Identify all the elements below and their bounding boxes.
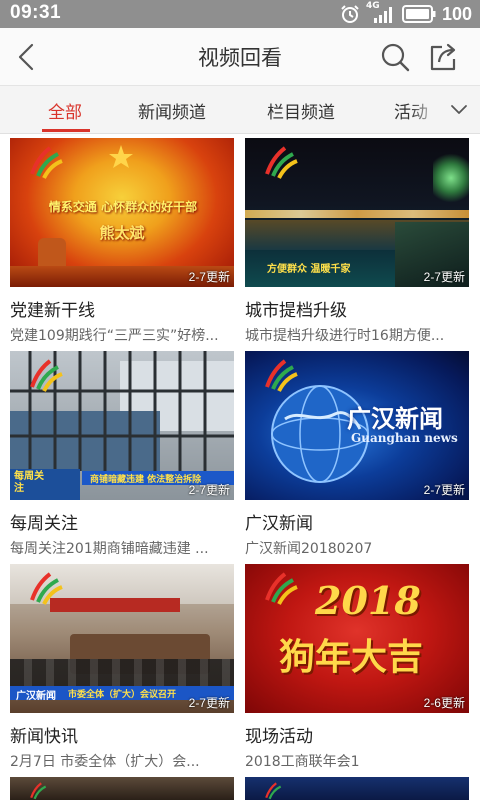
update-badge: 2-7更新	[423, 270, 465, 284]
program-label: 每周关注	[14, 471, 44, 494]
title-bar: 视频回看	[0, 28, 480, 86]
channel-logo-icon	[265, 359, 298, 392]
thumb-caption-en: Guanghan news	[351, 431, 458, 445]
thumb-caption: 狗年大吉	[279, 636, 424, 678]
channel-logo-icon	[30, 572, 63, 605]
tab-program-channel[interactable]: 栏目频道	[267, 98, 335, 123]
thumb-caption: 广汉新闻	[347, 404, 443, 433]
share-button[interactable]	[426, 40, 460, 74]
video-thumbnail-partial[interactable]	[10, 777, 234, 800]
battery-icon	[401, 5, 436, 23]
category-tabs: 全部 新闻频道 栏目频道 活动	[0, 86, 480, 134]
channel-logo-icon	[30, 359, 63, 392]
update-badge: 2-6更新	[423, 696, 465, 710]
video-title[interactable]: 每周关注	[10, 509, 234, 534]
channel-logo-icon	[265, 146, 298, 179]
search-icon	[381, 43, 410, 72]
active-tab-indicator	[42, 129, 90, 132]
signal-icon: 4G	[366, 1, 396, 24]
update-badge: 2-7更新	[188, 696, 230, 710]
video-description: 广汉新闻20180207	[245, 541, 373, 557]
thumb-caption-year: 2018	[315, 578, 421, 623]
video-thumbnail[interactable]: 2018 狗年大吉 2-6更新	[245, 564, 469, 713]
status-icons: 4G 100	[340, 1, 472, 25]
thumb-caption: 市委全体（扩大）会议召开	[68, 690, 177, 700]
tab-news-channel[interactable]: 新闻频道	[138, 98, 206, 123]
update-badge: 2-7更新	[188, 483, 230, 497]
share-icon	[430, 43, 456, 71]
thumb-caption: 方便群众 温暖千家	[267, 264, 351, 275]
video-title[interactable]: 广汉新闻	[245, 509, 469, 534]
thumb-caption: 情系交通 心怀群众的好干部	[48, 200, 198, 214]
video-title[interactable]: 党建新干线	[10, 296, 234, 321]
update-badge: 2-7更新	[423, 483, 465, 497]
city-lights	[245, 210, 469, 218]
search-button[interactable]	[378, 40, 412, 74]
channel-logo-icon	[30, 782, 47, 800]
thumb-caption: 商铺暗藏违建 依法整治拆除	[90, 475, 202, 485]
video-thumbnail-partial[interactable]	[245, 777, 469, 800]
video-thumbnail[interactable]: 每周关注 商铺暗藏违建 依法整治拆除 2-7更新	[10, 351, 234, 500]
video-thumbnail[interactable]: 广汉新闻 市委全体（扩大）会议召开 2-7更新	[10, 564, 234, 713]
update-badge: 2-7更新	[188, 270, 230, 284]
battery-percent: 100	[441, 3, 472, 24]
tab-all[interactable]: 全部	[48, 98, 82, 123]
channel-logo-icon	[265, 572, 298, 605]
chevron-down-icon	[451, 105, 467, 114]
status-bar: 09:31 4G 100	[0, 0, 480, 28]
attendees	[10, 659, 234, 689]
video-title[interactable]: 现场活动	[245, 722, 469, 747]
channel-logo-icon	[265, 782, 282, 800]
alarm-icon	[341, 5, 359, 23]
video-description: 每周关注201期商铺暗藏违建 ...	[10, 541, 209, 557]
star-emblem-icon	[109, 145, 133, 168]
video-description: 2月7日 市委全体（扩大）会...	[10, 754, 200, 770]
video-description: 2018工商联年会1	[245, 754, 360, 770]
video-thumbnail[interactable]: 方便群众 温暖千家 2-7更新	[245, 138, 469, 287]
video-title[interactable]: 城市提档升级	[245, 296, 469, 321]
video-description: 党建109期践行“三严三实”好榜...	[10, 328, 219, 344]
channel-logo-icon	[30, 146, 63, 179]
program-label: 广汉新闻	[16, 691, 56, 702]
video-thumbnail[interactable]: 情系交通 心怀群众的好干部 熊太斌 2-7更新	[10, 138, 234, 287]
video-title[interactable]: 新闻快讯	[10, 722, 234, 747]
status-time: 09:31	[10, 2, 62, 23]
tab-fade	[410, 86, 440, 133]
tree-lights	[433, 148, 469, 208]
video-description: 城市提档升级进行时16期方便...	[245, 328, 445, 344]
conference-banner	[50, 598, 180, 612]
video-thumbnail[interactable]: 广汉新闻 Guanghan news 2-7更新	[245, 351, 469, 500]
tab-expand-button[interactable]	[440, 86, 480, 133]
